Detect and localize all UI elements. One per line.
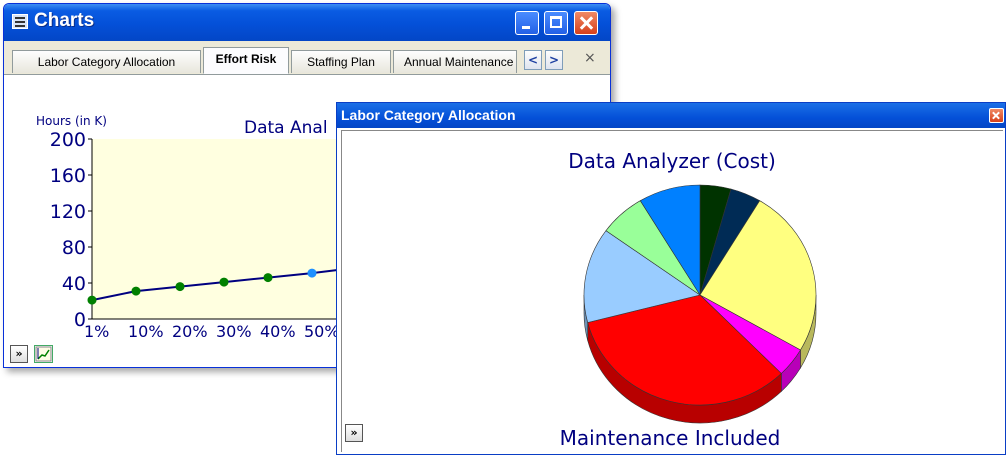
- data-point: [87, 295, 97, 305]
- y-axis-label: Hours (in K): [36, 114, 107, 128]
- y-tick-label: 40: [62, 273, 86, 295]
- y-tick-label: 120: [50, 201, 86, 223]
- tab-annual-maintenance[interactable]: Annual Maintenance: [393, 50, 517, 73]
- close-button[interactable]: [574, 11, 598, 35]
- chart-tabs: Labor Category Allocation Effort Risk St…: [4, 41, 610, 75]
- x-tick-label: 1%: [84, 322, 109, 341]
- labor-window-title: Labor Category Allocation: [341, 107, 516, 123]
- labor-pie-chart: Data Analyzer (Cost) Maintenance Included: [341, 130, 1003, 452]
- expand-button[interactable]: »: [10, 345, 28, 363]
- pie-subtitle: Maintenance Included: [560, 426, 781, 450]
- data-point: [219, 277, 229, 287]
- tab-close-icon[interactable]: ×: [584, 50, 596, 66]
- y-tick-label: 200: [50, 129, 86, 151]
- charts-title-bar[interactable]: Charts: [4, 4, 610, 41]
- chart-title: Data Anal: [244, 118, 328, 138]
- tab-staffing-plan[interactable]: Staffing Plan: [291, 50, 391, 73]
- data-point: [175, 282, 185, 292]
- tab-effort-risk[interactable]: Effort Risk: [203, 47, 289, 74]
- tab-labor-category-allocation[interactable]: Labor Category Allocation: [12, 50, 201, 73]
- chart-type-icon[interactable]: [34, 345, 53, 363]
- charts-window-title: Charts: [34, 10, 95, 31]
- labor-category-window: Labor Category Allocation Data Analyzer …: [336, 102, 1006, 455]
- app-icon: [12, 14, 28, 29]
- pie-svg: Data Analyzer (Cost) Maintenance Included: [560, 149, 817, 450]
- minimize-button[interactable]: [515, 11, 539, 35]
- x-tick-label: 50%: [304, 322, 340, 341]
- maximize-button[interactable]: [544, 11, 568, 35]
- y-tick-label: 80: [62, 237, 86, 259]
- tab-next-button[interactable]: >: [545, 50, 563, 70]
- y-tick-label: 160: [50, 165, 86, 187]
- x-tick-label: 30%: [216, 322, 252, 341]
- tab-prev-button[interactable]: <: [524, 50, 542, 70]
- labor-close-button[interactable]: [989, 108, 1004, 123]
- data-point: [263, 273, 273, 283]
- labor-expand-button[interactable]: »: [345, 424, 363, 442]
- labor-title-bar[interactable]: Labor Category Allocation: [337, 103, 1005, 128]
- x-tick-label: 10%: [128, 322, 164, 341]
- data-point: [307, 268, 317, 278]
- pie-title: Data Analyzer (Cost): [568, 149, 776, 173]
- x-tick-label: 40%: [260, 322, 296, 341]
- data-point: [131, 286, 141, 296]
- x-tick-label: 20%: [172, 322, 208, 341]
